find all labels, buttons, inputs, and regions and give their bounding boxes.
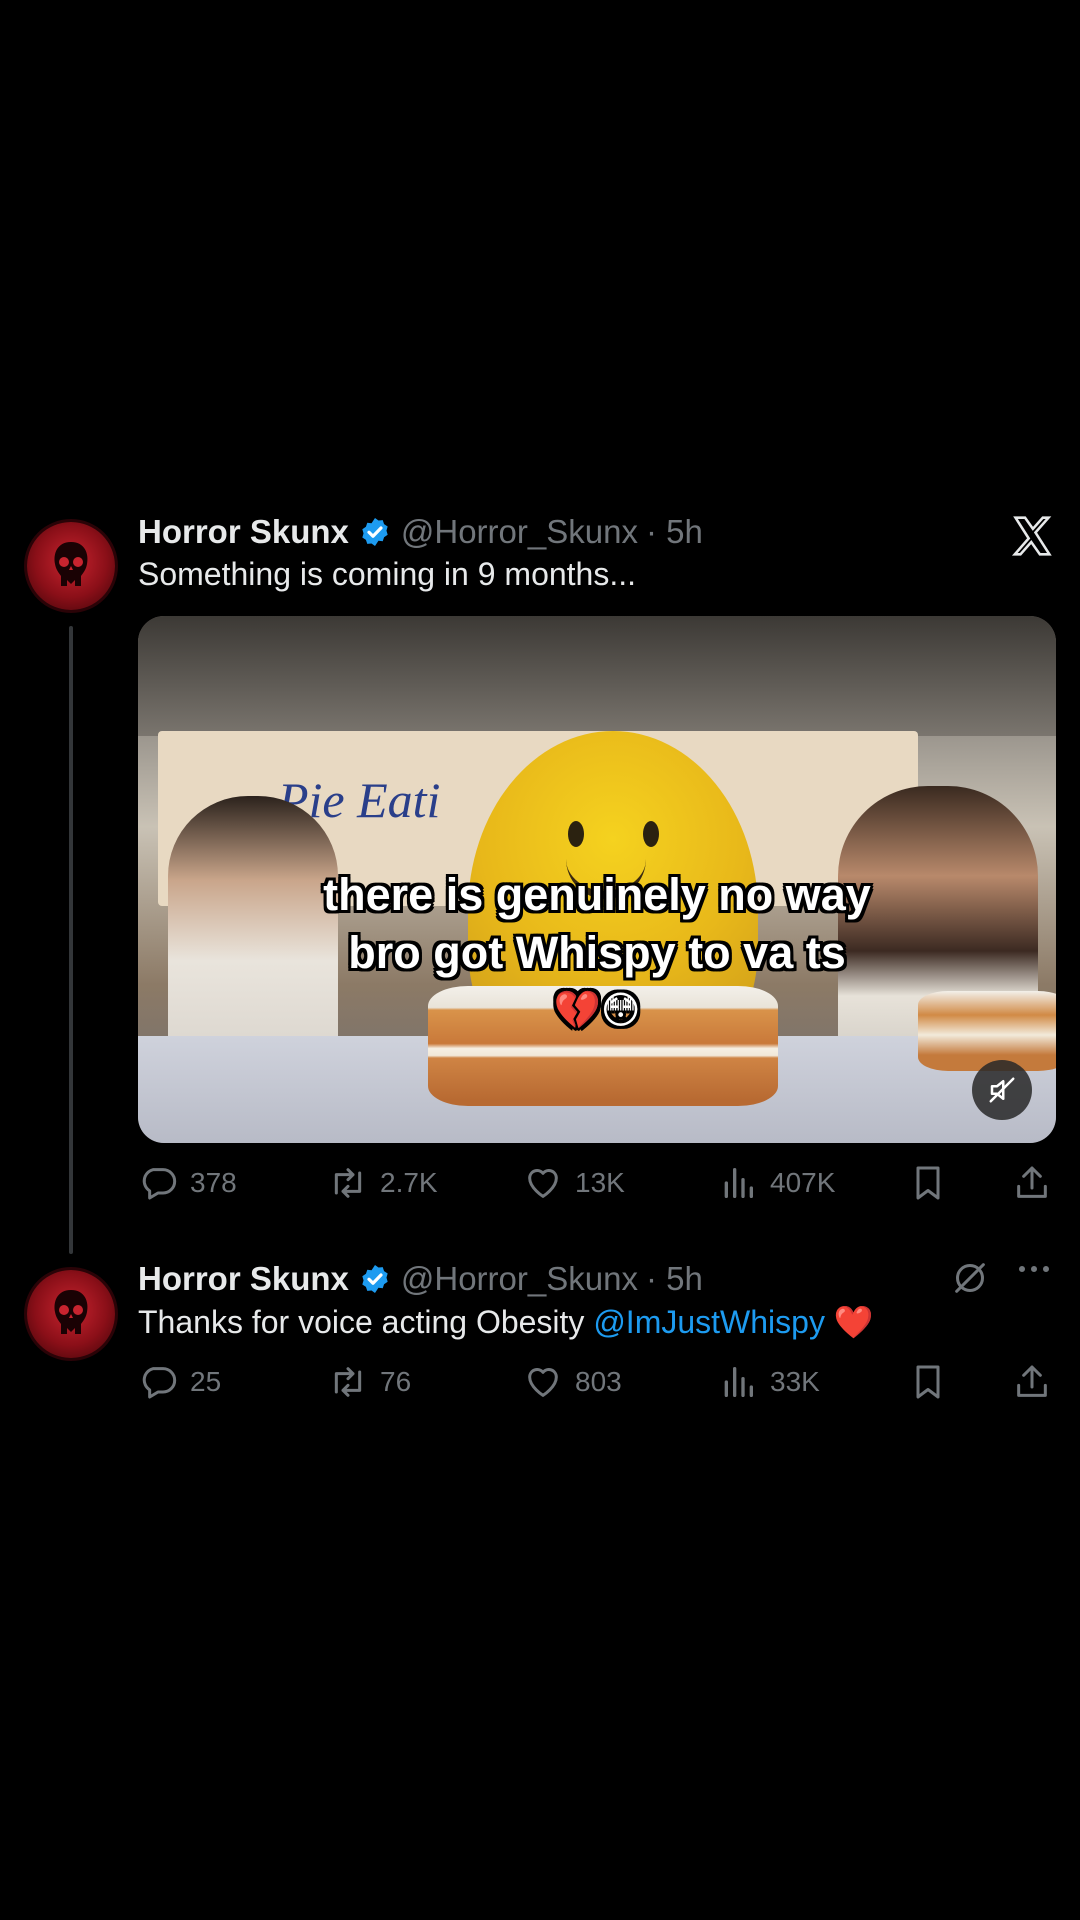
repost-count: 76 <box>380 1366 412 1397</box>
like-count: 13K <box>575 1167 625 1198</box>
verified-badge-icon <box>362 518 388 546</box>
caption-line-1: there is genuinely no way <box>323 869 871 920</box>
avatar[interactable] <box>27 1270 115 1358</box>
heart-emoji: ❤️ <box>824 1304 874 1340</box>
share-button[interactable] <box>1012 1161 1052 1205</box>
bookmark-button[interactable] <box>908 1360 948 1404</box>
video-frame-tent <box>138 616 1056 736</box>
views-icon <box>724 1168 753 1198</box>
reply-icon <box>142 1367 177 1399</box>
caption-emoji: 💔😳 <box>553 990 641 1032</box>
more-icon[interactable] <box>1016 1262 1052 1276</box>
repost-button[interactable]: 76 <box>328 1360 411 1404</box>
display-name[interactable]: Horror Skunx <box>138 513 349 551</box>
reply-button[interactable]: 25 <box>138 1360 221 1404</box>
thread-line <box>69 626 73 1254</box>
tweet-actions: 25 76 803 33K <box>138 1360 1056 1404</box>
bookmark-button[interactable] <box>908 1161 948 1205</box>
like-icon <box>528 1169 558 1198</box>
verified-badge-icon <box>362 1265 388 1293</box>
reply-button[interactable]: 378 <box>138 1161 237 1205</box>
x-logo-icon <box>1011 516 1052 556</box>
mute-icon <box>989 1077 1015 1103</box>
display-name[interactable]: Horror Skunx <box>138 1260 349 1298</box>
share-icon <box>1017 1166 1047 1198</box>
like-icon <box>528 1368 558 1397</box>
views-count: 407K <box>770 1167 836 1198</box>
bookmark-icon <box>916 1166 940 1200</box>
views-button[interactable]: 407K <box>718 1161 835 1205</box>
repost-icon <box>334 1367 362 1397</box>
repost-count: 2.7K <box>380 1167 438 1198</box>
like-button[interactable]: 13K <box>523 1161 625 1205</box>
like-button[interactable]: 803 <box>523 1360 622 1404</box>
skull-logo-icon <box>54 542 88 586</box>
tweet-text: Thanks for voice acting Obesity @ImJustW… <box>138 1303 874 1341</box>
tweet-header: Horror Skunx @Horror_Skunx · 5h <box>138 510 703 554</box>
caption-line-2: bro got Whispy to va ts <box>348 927 846 978</box>
views-count: 33K <box>770 1366 820 1397</box>
reply-count: 25 <box>190 1366 222 1397</box>
repost-button[interactable]: 2.7K <box>328 1161 438 1205</box>
handle[interactable]: @Horror_Skunx <box>401 513 638 551</box>
video-caption: there is genuinely no way bro got Whispy… <box>138 866 1056 1040</box>
views-icon <box>724 1367 753 1397</box>
tweet-actions: 378 2.7K 13K 407K <box>138 1161 1056 1205</box>
mention-link[interactable]: @ImJustWhispy <box>593 1304 825 1340</box>
bookmark-icon <box>916 1365 940 1399</box>
like-count: 803 <box>575 1366 622 1397</box>
reply-count: 378 <box>190 1167 237 1198</box>
grok-icon[interactable] <box>950 1258 990 1298</box>
tweet-header: Horror Skunx @Horror_Skunx · 5h <box>138 1257 703 1301</box>
share-icon <box>1017 1365 1047 1397</box>
repost-icon <box>334 1168 362 1198</box>
timestamp[interactable]: · 5h <box>646 1260 703 1298</box>
avatar[interactable] <box>27 522 115 610</box>
tweet-text-main: Thanks for voice acting Obesity <box>138 1304 594 1340</box>
timestamp[interactable]: · 5h <box>646 513 703 551</box>
video-player[interactable]: Pie Eati there is genuinely no way bro g… <box>138 616 1056 1143</box>
mute-button[interactable] <box>972 1060 1032 1120</box>
reply-icon <box>142 1168 177 1200</box>
share-button[interactable] <box>1012 1360 1052 1404</box>
views-button[interactable]: 33K <box>718 1360 820 1404</box>
tweet-text: Something is coming in 9 months... <box>138 556 637 592</box>
skull-logo-icon <box>54 1290 88 1334</box>
handle[interactable]: @Horror_Skunx <box>401 1260 638 1298</box>
